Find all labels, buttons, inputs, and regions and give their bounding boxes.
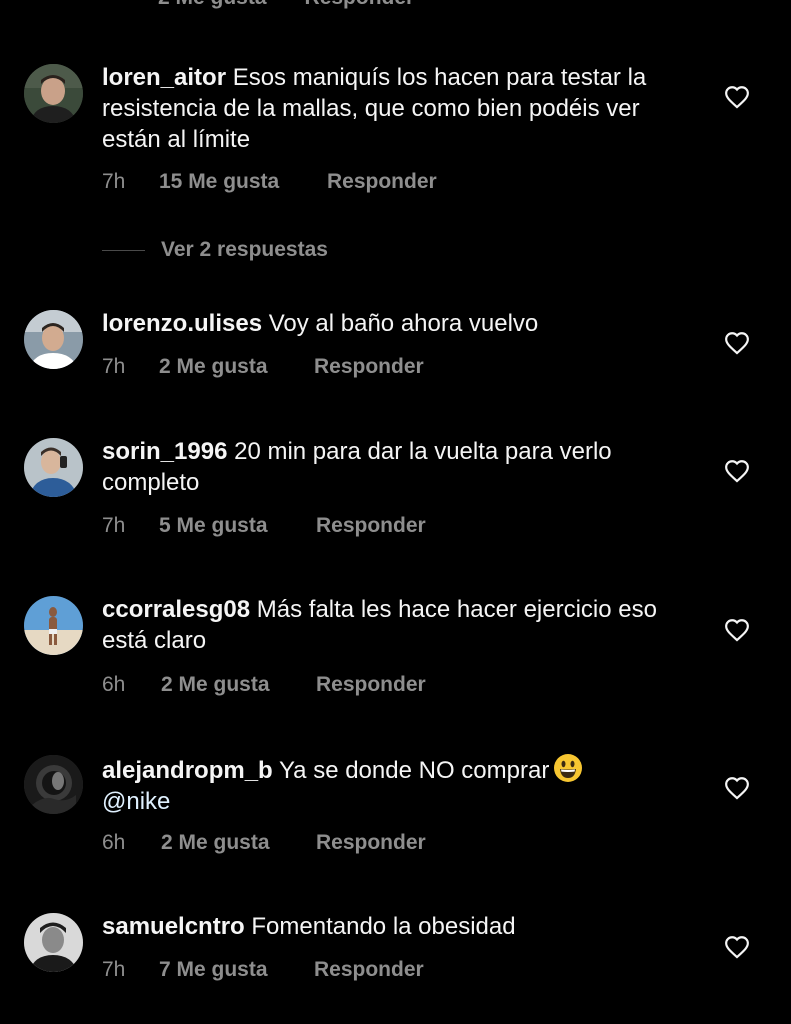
comment-text: Voy al baño ahora vuelvo xyxy=(268,310,539,337)
reply-button[interactable]: Responder xyxy=(314,958,424,982)
comment-username[interactable]: ccorralesg08 xyxy=(102,596,250,623)
comment-body: ccorralesg08 Más falta les hace hacer ej… xyxy=(102,594,692,656)
avatar[interactable] xyxy=(24,310,83,369)
reply-button[interactable]: Responder xyxy=(316,514,426,538)
avatar[interactable] xyxy=(24,64,83,123)
comment-text: Ya se donde NO comprar xyxy=(278,757,550,784)
heart-outline-icon[interactable] xyxy=(724,776,750,800)
comment-time: 7h xyxy=(102,355,126,378)
avatar[interactable] xyxy=(24,596,83,655)
comment-meta: 7h 2 Me gusta Responder xyxy=(102,355,424,379)
avatar[interactable] xyxy=(24,913,83,972)
comment-username[interactable]: alejandropm_b xyxy=(102,757,273,784)
comment-meta: 7h 15 Me gusta Responder xyxy=(102,170,437,194)
heart-outline-icon[interactable] xyxy=(724,331,750,355)
avatar[interactable] xyxy=(24,438,83,497)
comment-likes[interactable]: 2 Me gusta xyxy=(161,831,316,855)
comment-body: lorenzo.ulises Voy al baño ahora vuelvo xyxy=(102,308,692,339)
comment-meta: 7h 5 Me gusta Responder xyxy=(102,514,426,538)
comment-text: Fomentando la obesidad xyxy=(251,913,516,940)
comment-time: 7h xyxy=(102,170,126,193)
comment-likes[interactable]: 2 Me gusta xyxy=(159,355,314,379)
comment-likes[interactable]: 5 Me gusta xyxy=(159,514,316,538)
heart-outline-icon[interactable] xyxy=(724,618,750,642)
comment-time: 7h xyxy=(102,958,126,981)
comment-body: samuelcntro Fomentando la obesidad xyxy=(102,911,692,942)
comment-username[interactable]: loren_aitor xyxy=(102,64,226,91)
comment-likes[interactable]: 7 Me gusta xyxy=(159,958,314,982)
comment-username[interactable]: samuelcntro xyxy=(102,913,245,940)
comment-body: alejandropm_b Ya se donde NO comprar @ni… xyxy=(102,753,692,817)
heart-outline-icon[interactable] xyxy=(724,459,750,483)
grinning-face-emoji xyxy=(554,754,583,782)
mention-link[interactable]: @nike xyxy=(102,788,170,815)
replies-divider xyxy=(102,249,145,251)
comment-time: 6h xyxy=(102,673,126,696)
view-replies-label: Ver 2 respuestas xyxy=(161,238,328,261)
comment-likes[interactable]: 15 Me gusta xyxy=(159,170,327,194)
comment-meta: 7h 7 Me gusta Responder xyxy=(102,958,424,982)
avatar[interactable] xyxy=(24,755,83,814)
comment-time: 7h xyxy=(102,514,126,537)
reply-button[interactable]: Responder xyxy=(316,673,426,697)
comment-meta: 6h 2 Me gusta Responder xyxy=(102,673,426,697)
reply-button[interactable]: Responder xyxy=(316,831,426,855)
reply-button[interactable]: Responder xyxy=(314,355,424,379)
comment-username[interactable]: lorenzo.ulises xyxy=(102,310,262,337)
heart-outline-icon[interactable] xyxy=(724,85,750,109)
comment-body: loren_aitor Esos maniquís los hacen para… xyxy=(102,62,692,155)
reply-button[interactable]: Responder xyxy=(327,170,437,194)
view-replies-button[interactable]: Ver 2 respuestas xyxy=(102,238,328,262)
comment-username[interactable]: sorin_1996 xyxy=(102,438,227,465)
previous-reply-button[interactable]: Responder xyxy=(305,0,415,9)
comment-body: sorin_1996 20 min para dar la vuelta par… xyxy=(102,436,692,498)
comment-likes[interactable]: 2 Me gusta xyxy=(161,673,316,697)
heart-outline-icon[interactable] xyxy=(724,935,750,959)
previous-comment-meta: 2 Me gusta Responder xyxy=(158,0,414,10)
previous-likes[interactable]: 2 Me gusta xyxy=(158,0,267,9)
comment-meta: 6h 2 Me gusta Responder xyxy=(102,831,426,855)
comment-time: 6h xyxy=(102,831,126,854)
